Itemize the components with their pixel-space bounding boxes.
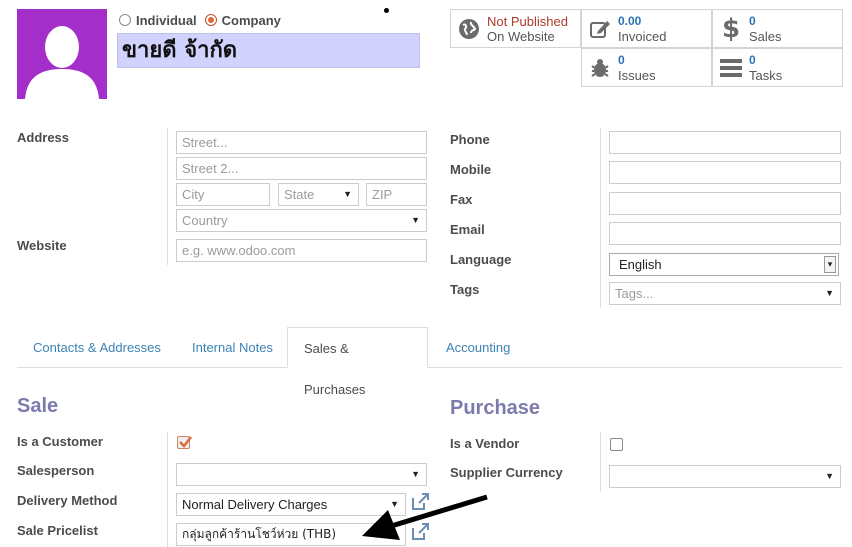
website-label: On Website (487, 28, 555, 44)
supplier-currency-select[interactable]: ▼ (609, 465, 841, 488)
tab-accounting[interactable]: Accounting (430, 327, 526, 368)
is-vendor-label: Is a Vendor (450, 436, 520, 451)
purchase-divider (600, 432, 601, 492)
website-publish-button[interactable]: Not Published On Website (450, 9, 581, 48)
salesperson-label: Salesperson (17, 463, 95, 478)
tags-input[interactable]: Tags... ▼ (609, 282, 841, 305)
state-select[interactable]: State ▼ (278, 183, 359, 206)
chevron-down-icon: ▼ (825, 288, 834, 298)
tasks-icon (713, 58, 749, 78)
partner-name-input[interactable]: ขายดี จ้ากัด (117, 33, 420, 68)
language-value: English (619, 257, 662, 272)
delivery-method-label: Delivery Method (17, 493, 118, 508)
partner-type-selector: Individual Company (119, 12, 289, 28)
edit-icon (582, 18, 618, 40)
is-customer-label: Is a Customer (17, 434, 103, 449)
tasks-label: Tasks (749, 67, 783, 83)
sales-label: Sales (749, 28, 782, 44)
individual-radio[interactable] (119, 14, 131, 26)
chevron-down-icon: ▾ (824, 256, 836, 273)
state-placeholder: State (284, 187, 315, 202)
chevron-down-icon: ▼ (411, 215, 420, 225)
street2-input[interactable]: Street 2... (176, 157, 427, 180)
partner-avatar[interactable] (17, 9, 107, 99)
language-select[interactable]: English ▾ (609, 253, 839, 276)
mobile-input[interactable] (609, 161, 841, 184)
sale-divider (167, 432, 168, 547)
sales-value: 0 (749, 13, 756, 28)
tab-sales-purchases[interactable]: Sales & Purchases (287, 327, 428, 397)
fax-label: Fax (450, 192, 473, 207)
issues-value: 0 (618, 52, 625, 67)
invoiced-label: Invoiced (618, 28, 667, 44)
website-status: Not Published (487, 13, 568, 29)
zip-input[interactable]: ZIP (366, 183, 427, 206)
tasks-value: 0 (749, 52, 756, 67)
is-customer-checkbox[interactable] (177, 436, 192, 449)
tags-label: Tags (450, 282, 480, 297)
address-label: Address (17, 130, 70, 145)
checkmark-icon (179, 436, 192, 448)
sale-pricelist-label: Sale Pricelist (17, 523, 98, 538)
purchase-section-title: Purchase (450, 397, 541, 419)
mobile-label: Mobile (450, 162, 492, 177)
chevron-down-icon: ▼ (825, 471, 834, 481)
website-field-label: Website (17, 238, 67, 253)
external-link-icon[interactable] (410, 492, 430, 512)
language-label: Language (450, 252, 512, 267)
cursor-dot (384, 8, 389, 13)
country-placeholder: Country (182, 213, 228, 228)
tags-placeholder: Tags... (615, 286, 654, 301)
tab-contacts-addresses[interactable]: Contacts & Addresses (17, 327, 177, 368)
delivery-method-value: Normal Delivery Charges (182, 497, 328, 512)
left-column-divider (167, 128, 168, 265)
issues-button[interactable]: 0 Issues (581, 48, 712, 87)
bug-icon (582, 57, 618, 79)
chevron-down-icon: ▼ (411, 469, 420, 479)
tasks-button[interactable]: 0 Tasks (712, 48, 843, 87)
street-input[interactable]: Street... (176, 131, 427, 154)
issues-label: Issues (618, 67, 656, 83)
email-input[interactable] (609, 222, 841, 245)
user-silhouette-icon (17, 9, 107, 99)
phone-input[interactable] (609, 131, 841, 154)
invoiced-value: 0.00 (618, 13, 642, 28)
is-vendor-checkbox[interactable] (610, 438, 623, 451)
external-link-icon[interactable] (410, 522, 430, 542)
supplier-currency-label: Supplier Currency (450, 465, 563, 480)
company-label[interactable]: Company (222, 13, 281, 28)
chevron-down-icon: ▼ (390, 499, 399, 509)
email-label: Email (450, 222, 485, 237)
sales-button[interactable]: $ 0 Sales (712, 9, 843, 48)
chevron-down-icon: ▼ (343, 189, 352, 199)
fax-input[interactable] (609, 192, 841, 215)
phone-label: Phone (450, 132, 490, 147)
sale-section-title: Sale (17, 395, 59, 417)
globe-icon (451, 18, 487, 40)
delivery-method-select[interactable]: Normal Delivery Charges ▼ (176, 493, 406, 516)
dollar-icon: $ (721, 13, 741, 44)
company-radio[interactable] (204, 14, 217, 26)
sale-pricelist-value: กลุ่มลูกค้าร้านโชว์ห่วย (THB) (182, 527, 337, 541)
salesperson-select[interactable]: ▼ (176, 463, 427, 486)
website-input[interactable]: e.g. www.odoo.com (176, 239, 427, 262)
invoiced-button[interactable]: 0.00 Invoiced (581, 9, 712, 48)
city-input[interactable]: City (176, 183, 270, 206)
country-select[interactable]: Country ▼ (176, 209, 427, 232)
tab-internal-notes[interactable]: Internal Notes (176, 327, 289, 368)
right-column-divider (600, 128, 601, 308)
individual-label[interactable]: Individual (136, 13, 197, 28)
sale-pricelist-select[interactable]: กลุ่มลูกค้าร้านโชว์ห่วย (THB) (176, 523, 406, 546)
